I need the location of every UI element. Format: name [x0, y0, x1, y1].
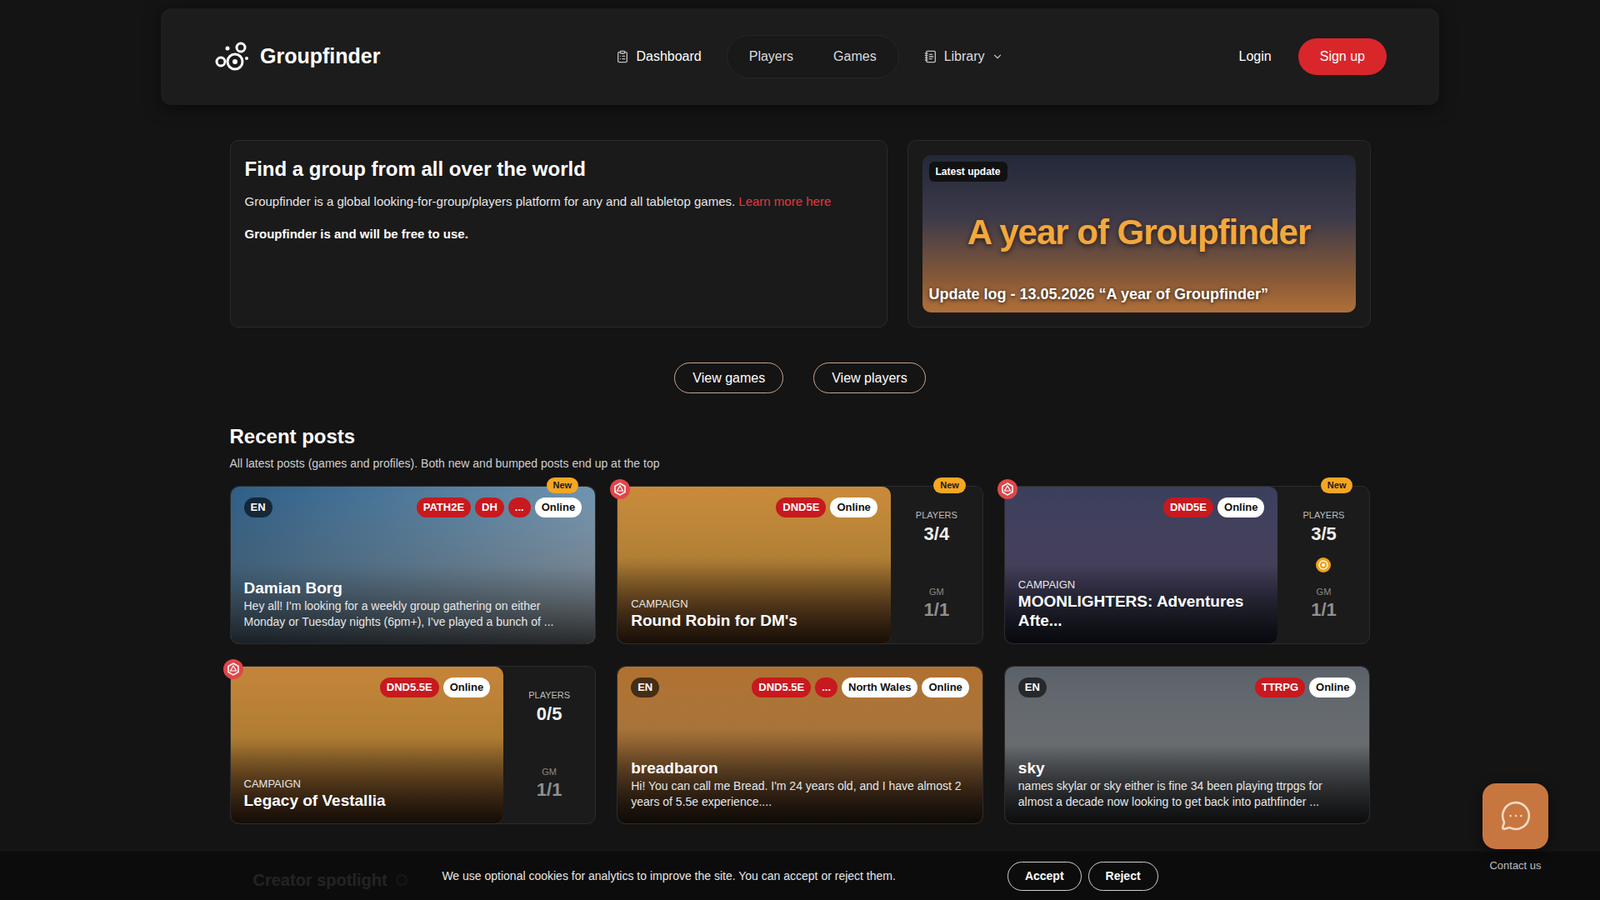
d20-icon: [997, 479, 1018, 500]
nav-link[interactable]: Dashboard: [615, 46, 701, 67]
dashboard-icon: [615, 50, 630, 64]
profile-text: Hi! You can call me Bread. I'm 24 years …: [630, 778, 970, 810]
intro-note: Groupfinder is and will be free to use.: [245, 225, 873, 245]
library-icon: [924, 50, 938, 64]
logo-icon: [213, 40, 250, 74]
language-tag: EN: [630, 677, 660, 698]
new-badge: New: [933, 477, 966, 494]
intro-title: Find a group from all over the world: [245, 157, 873, 181]
profile-name: Damian Borg: [244, 578, 583, 599]
profile-text: names skylar or sky either is fine 34 be…: [1018, 778, 1357, 810]
post-image: DND5EOnline CAMPAIGNMOONLIGHTERS: Adventu…: [1005, 486, 1279, 644]
brand[interactable]: Groupfinder: [213, 40, 380, 74]
post-card[interactable]: EN DND5.5E...North WalesOnline breadbaronH…: [616, 665, 984, 825]
post-type: CAMPAIGN: [1018, 577, 1265, 592]
tag: Online: [830, 497, 877, 518]
tag: PATH2E: [416, 497, 471, 518]
campaign-stats: PLAYERS0/5GM1/1: [503, 666, 595, 824]
signup-button[interactable]: Sign up: [1298, 38, 1387, 75]
post-image: DND5.5EOnline CAMPAIGNLegacy of Vestallia: [230, 666, 505, 824]
post-type: CAMPAIGN: [630, 596, 878, 611]
post-card[interactable]: DND5.5EOnline CAMPAIGNLegacy of Vestallia…: [230, 665, 597, 825]
learn-more-link[interactable]: Learn more here: [738, 194, 831, 209]
nav-link[interactable]: Players: [749, 46, 794, 67]
main-nav: Dashboard Players Games Library: [615, 35, 1003, 79]
tag: DND5.5E: [751, 677, 811, 698]
update-caption: Update log - 13.05.2026 “A year of Group…: [929, 283, 1350, 306]
tag: ...: [815, 677, 838, 698]
campaign-title: Legacy of Vestallia: [244, 790, 491, 810]
post-type: CAMPAIGN: [244, 776, 491, 791]
chat-icon: [1500, 800, 1532, 832]
chat-button[interactable]: [1482, 783, 1549, 850]
tag: DH: [475, 497, 505, 518]
profile-name: breadbaron: [630, 758, 970, 779]
page: Groupfinder Dashboard Players Games Library L…: [0, 0, 1600, 900]
update-card[interactable]: Latest update A year of Groupfinder Update…: [907, 140, 1371, 328]
new-badge: New: [1320, 477, 1354, 494]
campaign-title: Round Robin for DM's: [630, 610, 878, 630]
tag: ...: [508, 497, 531, 518]
login-link[interactable]: Login: [1239, 46, 1272, 67]
campaign-stats: PLAYERS3/4GM1/1: [890, 486, 983, 644]
chevron-down-icon: [991, 50, 1004, 63]
coin-icon: [1315, 557, 1331, 573]
gm-count: 1/1: [1310, 598, 1337, 622]
gm-count: 1/1: [536, 778, 563, 802]
profile-name: sky: [1018, 758, 1357, 779]
tag: DND5E: [775, 497, 826, 518]
tag: Online: [921, 677, 969, 698]
tag: Online: [443, 677, 490, 698]
gm-count: 1/1: [924, 598, 950, 622]
players-count: 3/5: [1310, 522, 1337, 546]
new-badge: New: [546, 477, 580, 494]
post-card[interactable]: NewENPATH2EDH...OnlineDamian BorgHey all…: [230, 485, 597, 645]
nav-group: Players Games: [726, 35, 900, 79]
update-badge: Latest update: [929, 161, 1008, 182]
library-dropdown[interactable]: Library: [924, 46, 1004, 67]
post-image: EN DND5.5E...North WalesOnline breadbaronH…: [617, 666, 983, 824]
contact-label: Contact us: [1489, 857, 1541, 875]
nav-link[interactable]: Games: [833, 46, 877, 67]
tag: Online: [1309, 677, 1356, 698]
recent-title: Recent posts: [230, 425, 1371, 449]
tag: Online: [535, 497, 582, 518]
action-button[interactable]: View games: [674, 362, 784, 394]
post-card[interactable]: NewDND5EOnlineCAMPAIGNMOONLIGHTERS: Adve…: [1004, 485, 1371, 645]
intro-text: Groupfinder is a global looking-for-grou…: [245, 192, 873, 212]
campaign-title: MOONLIGHTERS: Adventures Afte...: [1018, 591, 1265, 630]
campaign-stats: PLAYERS3/5GM1/1: [1277, 486, 1370, 644]
post-image: DND5EOnline CAMPAIGNRound Robin for DM's: [617, 486, 891, 644]
tag: North Wales: [841, 677, 918, 698]
language-tag: EN: [244, 497, 273, 518]
language-tag: EN: [1018, 677, 1047, 698]
post-grid: NewENPATH2EDH...OnlineDamian BorgHey all…: [230, 485, 1371, 825]
recent-subtitle: All latest posts (games and profiles). B…: [230, 455, 1371, 472]
tag: Online: [1217, 497, 1265, 518]
post-card[interactable]: NewDND5EOnlineCAMPAIGNRound Robin for DM…: [616, 485, 984, 645]
post-card[interactable]: EN TTRPGOnline skynames skylar or sky eith…: [1004, 665, 1371, 825]
navbar: Groupfinder Dashboard Players Games Library L…: [160, 8, 1440, 105]
d20-icon: [223, 659, 244, 680]
post-image: EN TTRPGOnline skynames skylar or sky eith…: [1005, 666, 1370, 824]
reject-button[interactable]: Reject: [1088, 861, 1159, 891]
profile-text: Hey all! I'm looking for a weekly group …: [244, 598, 583, 630]
tag: DND5E: [1163, 497, 1214, 518]
d20-icon: [610, 479, 630, 500]
players-count: 3/4: [924, 522, 950, 546]
intro-card: Find a group from all over the world Grou…: [230, 140, 888, 328]
post-image: EN PATH2EDH...Online Damian BorgHey all! I…: [230, 486, 596, 644]
tag: TTRPG: [1255, 677, 1305, 698]
accept-button[interactable]: Accept: [1007, 861, 1082, 891]
contact-widget: Contact us: [1482, 783, 1549, 875]
banner-title: A year of Groupfinder: [929, 212, 1350, 253]
tag: DND5.5E: [380, 677, 440, 698]
action-button[interactable]: View players: [813, 362, 925, 394]
cookie-text: We use optional cookies for analytics to…: [441, 867, 895, 885]
update-banner: Latest update A year of Groupfinder Update…: [922, 155, 1356, 313]
cookie-bar: We use optional cookies for analytics to…: [0, 851, 1600, 900]
players-count: 0/5: [536, 702, 563, 726]
